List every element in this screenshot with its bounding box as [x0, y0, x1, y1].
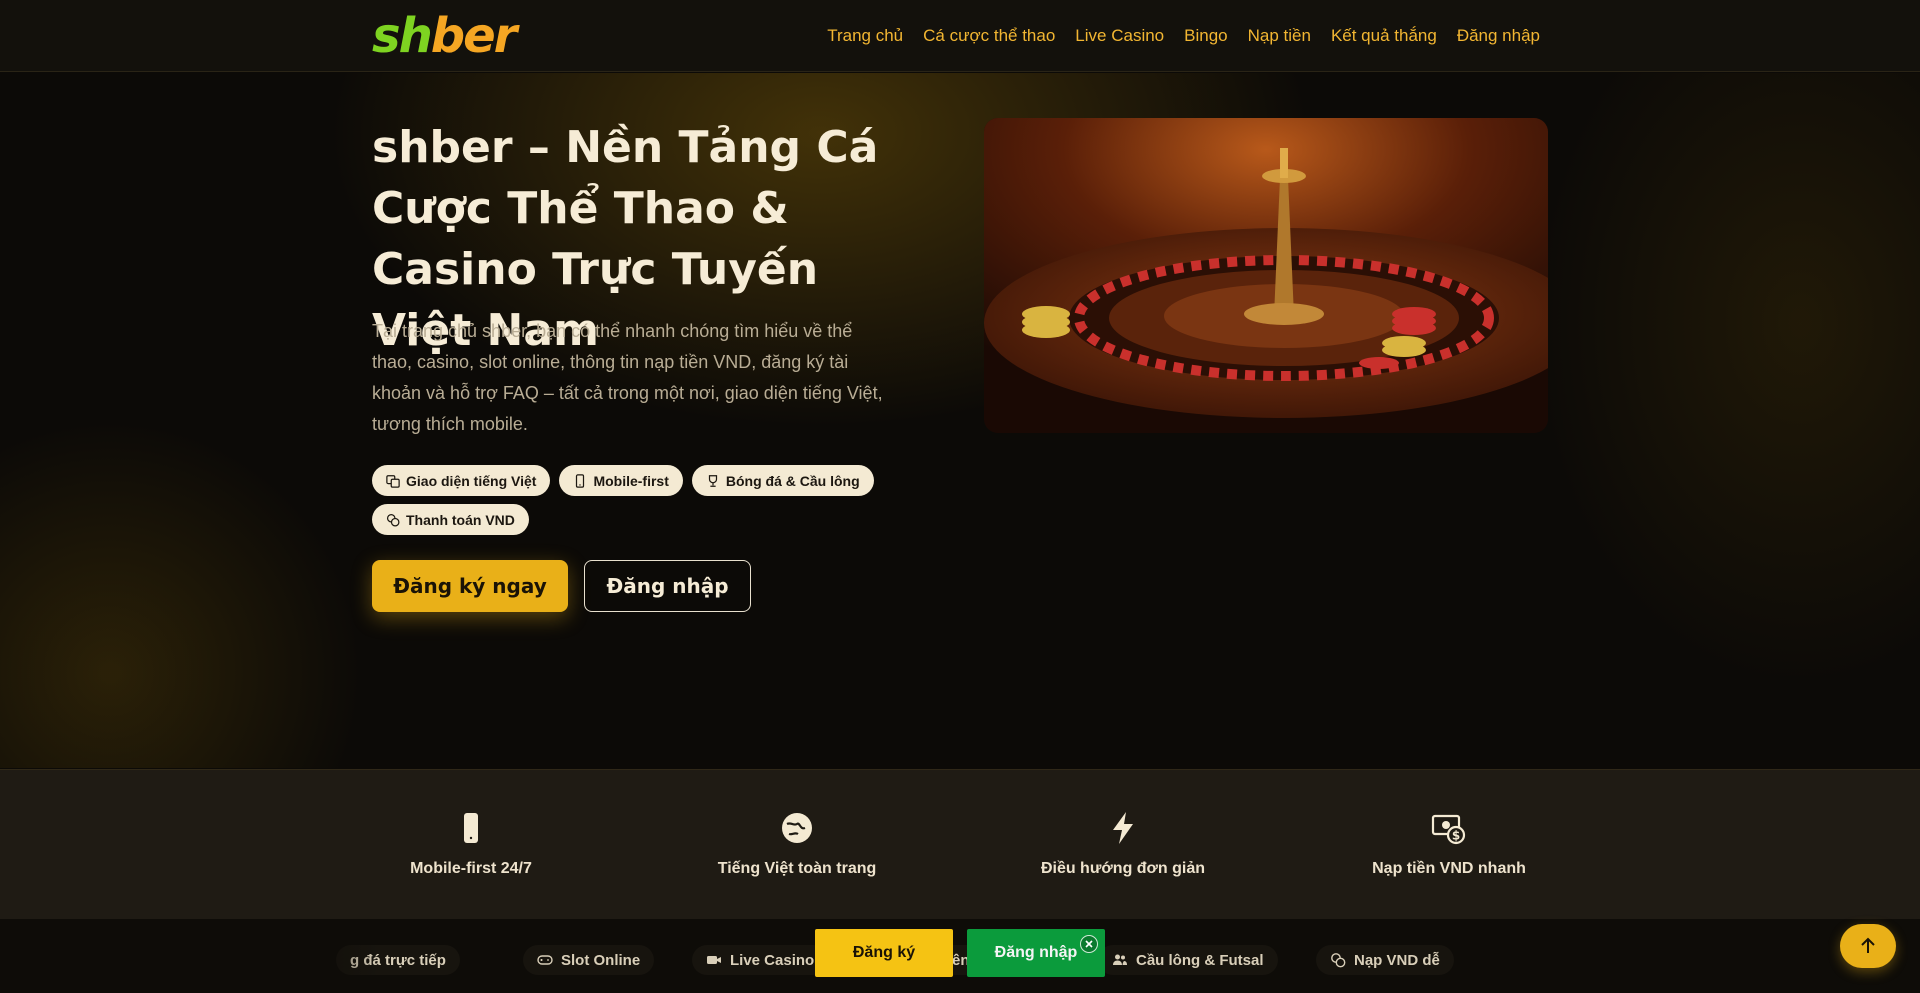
nav-item-sports-betting[interactable]: Cá cược thể thao	[923, 24, 1055, 48]
svg-text:$: $	[1452, 829, 1460, 843]
ticker-label: Nạp VND dễ	[1354, 951, 1440, 969]
roulette-wheel-image	[984, 118, 1548, 433]
tag-label: Mobile-first	[593, 472, 669, 489]
feature-label: Điều hướng đơn giản	[1040, 860, 1206, 877]
gamepad-icon	[537, 955, 553, 965]
lightning-icon	[1113, 812, 1133, 844]
trophy-icon	[708, 474, 718, 487]
tag-vnd-payment: Thanh toán VND	[372, 504, 529, 535]
features-strip: Mobile-first 24/7 Tiếng Việt toàn trang …	[0, 769, 1920, 919]
nav-item-login[interactable]: Đăng nhập	[1457, 24, 1540, 48]
nav-item-bingo[interactable]: Bingo	[1184, 24, 1227, 48]
tag-football-badminton: Bóng đá & Cầu lông	[691, 465, 874, 496]
feature-tags: Giao diện tiếng Việt Mobile-first Bóng đ…	[372, 465, 892, 535]
site-header: shber Trang chủ Cá cược thể thao Live Ca…	[0, 0, 1920, 72]
ticker-fade-left	[0, 919, 380, 993]
category-ticker: g đá trực tiếp Slot Online Live Casino ê…	[0, 919, 1920, 993]
ticker-item-badminton-futsal[interactable]: Cầu lông & Futsal	[1098, 945, 1278, 975]
hero-section: shber – Nền Tảng Cá Cược Thể Thao & Casi…	[0, 73, 1920, 768]
tag-vietnamese-ui: Giao diện tiếng Việt	[372, 465, 551, 496]
feature-label: Tiếng Việt toàn trang	[717, 860, 877, 877]
brand-logo[interactable]: shber	[372, 8, 518, 64]
nav-item-home[interactable]: Trang chủ	[827, 24, 903, 48]
tag-label: Giao diện tiếng Việt	[406, 472, 537, 489]
ticker-label: Live Casino	[730, 951, 815, 969]
coins-icon	[1331, 953, 1346, 968]
login-button[interactable]: Đăng nhập	[584, 560, 751, 612]
logo-text-part1: sh	[372, 8, 433, 64]
feature-mobile: Mobile-first 24/7	[341, 810, 601, 878]
nav-item-live-casino[interactable]: Live Casino	[1075, 24, 1164, 48]
feature-label: Nạp tiền VND nhanh	[1372, 860, 1526, 877]
tag-label: Bóng đá & Cầu lông	[725, 472, 860, 489]
ticker-item-deposit-vnd[interactable]: Nạp VND dễ	[1316, 945, 1454, 975]
scroll-to-top-button[interactable]	[1840, 924, 1896, 968]
logo-text-part2: ber	[430, 8, 518, 64]
hero-description: Tại trang chủ shber, bạn có thể nhanh ch…	[372, 321, 883, 434]
ticker-item-live-casino[interactable]: Live Casino	[692, 945, 829, 975]
tag-mobile-first: Mobile-first	[559, 465, 683, 496]
globe-icon	[782, 813, 812, 843]
tag-label: Thanh toán VND	[406, 511, 515, 528]
register-now-button[interactable]: Đăng ký ngay	[372, 560, 568, 612]
nav-item-deposit[interactable]: Nạp tiền	[1248, 24, 1311, 48]
translate-icon	[386, 474, 400, 488]
phone-icon	[464, 813, 478, 843]
money-icon: $	[1431, 814, 1466, 845]
arrow-up-icon	[1861, 937, 1875, 953]
feature-navigation: Điều hướng đơn giản	[993, 810, 1253, 878]
sticky-register-button[interactable]: Đăng ký	[815, 929, 953, 977]
main-nav: Trang chủ Cá cược thể thao Live Casino B…	[827, 24, 1540, 48]
close-icon[interactable]	[1080, 935, 1098, 953]
video-icon	[707, 956, 721, 964]
feature-label: Mobile-first 24/7	[410, 860, 532, 877]
ticker-item-slot-online[interactable]: Slot Online	[523, 945, 655, 975]
ticker-label: Cầu lông & Futsal	[1136, 951, 1264, 969]
feature-deposit: $ Nạp tiền VND nhanh	[1319, 810, 1579, 878]
coins-icon	[386, 513, 400, 526]
feature-vietnamese: Tiếng Việt toàn trang	[667, 810, 927, 878]
ticker-label: Slot Online	[561, 951, 641, 969]
users-icon	[1113, 954, 1127, 965]
phone-icon	[576, 473, 585, 488]
nav-item-results[interactable]: Kết quả thắng	[1331, 24, 1437, 48]
